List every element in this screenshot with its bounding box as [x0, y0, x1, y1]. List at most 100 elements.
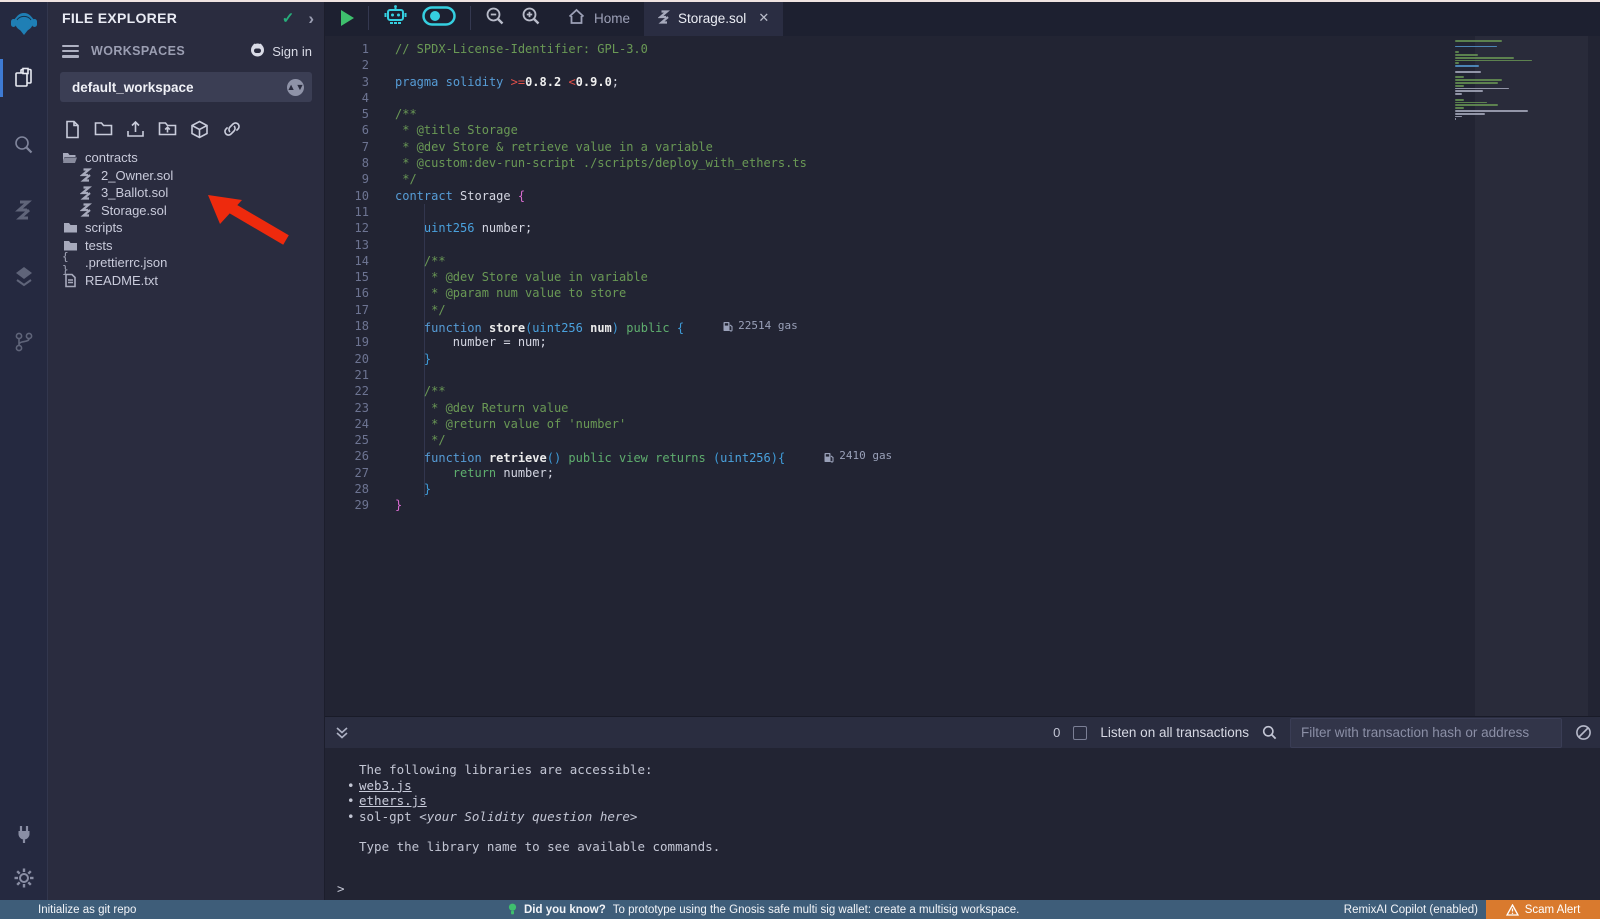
workspaces-menu-icon[interactable] [62, 45, 79, 58]
line-number[interactable]: 1 [325, 41, 369, 57]
code-line-11[interactable]: 11 [325, 204, 1600, 220]
code-line-29[interactable]: 29} [325, 497, 1600, 513]
code-line-5[interactable]: 5/** [325, 106, 1600, 122]
git-init-button[interactable]: Initialize as git repo [0, 904, 136, 916]
zoom-out-button[interactable] [473, 0, 517, 36]
ipfs-box-icon[interactable] [190, 120, 209, 139]
workspace-select[interactable]: default_workspace ▲▼ [60, 72, 312, 102]
code-line-22[interactable]: 22 /** [325, 383, 1600, 399]
line-number[interactable]: 25 [325, 432, 369, 448]
git-icon[interactable] [0, 309, 48, 375]
terminal-search-icon[interactable] [1262, 725, 1277, 740]
sign-in-button[interactable]: Sign in [249, 41, 312, 61]
tree-item-2-owner-sol[interactable]: 2_Owner.sol [48, 167, 324, 185]
line-number[interactable]: 13 [325, 237, 369, 253]
line-number[interactable]: 2 [325, 57, 369, 73]
plugin-manager-icon[interactable] [0, 812, 48, 856]
line-number[interactable]: 26 [325, 448, 369, 464]
line-number[interactable]: 29 [325, 497, 369, 513]
tree-item-tests[interactable]: tests [48, 237, 324, 255]
code-line-17[interactable]: 17 */ [325, 302, 1600, 318]
code-line-24[interactable]: 24 * @return value of 'number' [325, 416, 1600, 432]
tree-item-contracts[interactable]: contracts [48, 149, 324, 167]
settings-icon[interactable] [0, 856, 48, 900]
code-line-14[interactable]: 14 /** [325, 253, 1600, 269]
scam-alert-button[interactable]: Scam Alert [1486, 900, 1600, 919]
remixai-assistant-icon[interactable] [371, 0, 420, 36]
line-number[interactable]: 8 [325, 155, 369, 171]
code-line-20[interactable]: 20 } [325, 351, 1600, 367]
upload-folder-icon[interactable] [158, 120, 177, 139]
line-number[interactable]: 24 [325, 416, 369, 432]
code-line-21[interactable]: 21 [325, 367, 1600, 383]
line-number[interactable]: 18 [325, 318, 369, 334]
line-number[interactable]: 20 [325, 351, 369, 367]
code-line-16[interactable]: 16 * @param num value to store [325, 285, 1600, 301]
file-explorer-icon[interactable] [0, 45, 48, 111]
code-line-10[interactable]: 10contract Storage { [325, 188, 1600, 204]
tab-storage-sol[interactable]: Storage.sol ✕ [644, 0, 783, 36]
line-number[interactable]: 22 [325, 383, 369, 399]
line-number[interactable]: 9 [325, 171, 369, 187]
new-file-icon[interactable] [64, 120, 81, 139]
tab-home[interactable]: Home [553, 0, 644, 36]
upload-file-icon[interactable] [126, 120, 145, 139]
line-number[interactable]: 28 [325, 481, 369, 497]
chevron-right-icon[interactable]: › [308, 10, 314, 27]
line-number[interactable]: 7 [325, 139, 369, 155]
code-line-8[interactable]: 8 * @custom:dev-run-script ./scripts/dep… [325, 155, 1600, 171]
code-line-18[interactable]: 18 function store(uint256 num) public {2… [325, 318, 1600, 334]
line-number[interactable]: 19 [325, 334, 369, 350]
minimap[interactable] [1430, 36, 1600, 716]
copilot-status[interactable]: RemixAI Copilot (enabled) [1344, 904, 1478, 916]
remix-logo-icon[interactable] [4, 5, 44, 45]
code-line-23[interactable]: 23 * @dev Return value [325, 400, 1600, 416]
line-number[interactable]: 3 [325, 74, 369, 90]
tree-item-storage-sol[interactable]: Storage.sol [48, 202, 324, 220]
code-line-13[interactable]: 13 [325, 237, 1600, 253]
line-number[interactable]: 4 [325, 90, 369, 106]
code-line-28[interactable]: 28 } [325, 481, 1600, 497]
code-line-19[interactable]: 19 number = num; [325, 334, 1600, 350]
run-script-button[interactable] [325, 0, 366, 36]
tree-item-scripts[interactable]: scripts [48, 219, 324, 237]
code-line-26[interactable]: 26 function retrieve() public view retur… [325, 448, 1600, 464]
tree-item-3-ballot-sol[interactable]: 3_Ballot.sol [48, 184, 324, 202]
minimap-slider[interactable] [1475, 36, 1588, 716]
code-line-4[interactable]: 4 [325, 90, 1600, 106]
line-number[interactable]: 11 [325, 204, 369, 220]
workspace-sort-icon[interactable]: ▲▼ [287, 79, 304, 96]
library-link-web3-js[interactable]: web3.js [359, 778, 412, 793]
code-line-2[interactable]: 2 [325, 57, 1600, 73]
code-line-3[interactable]: 3pragma solidity >=0.8.2 <0.9.0; [325, 74, 1600, 90]
terminal-prompt[interactable]: > [325, 881, 1600, 896]
listen-all-transactions-checkbox[interactable] [1073, 726, 1087, 740]
code-editor[interactable]: 1// SPDX-License-Identifier: GPL-3.023pr… [325, 36, 1600, 716]
clear-console-icon[interactable] [1575, 724, 1592, 741]
code-line-15[interactable]: 15 * @dev Store value in variable [325, 269, 1600, 285]
line-number[interactable]: 12 [325, 220, 369, 236]
line-number[interactable]: 21 [325, 367, 369, 383]
line-number[interactable]: 14 [325, 253, 369, 269]
tree-item--prettierrc-json[interactable]: { }.prettierrc.json [48, 254, 324, 272]
code-line-6[interactable]: 6 * @title Storage [325, 122, 1600, 138]
code-line-27[interactable]: 27 return number; [325, 465, 1600, 481]
tree-item-readme-txt[interactable]: README.txt [48, 272, 324, 290]
code-line-12[interactable]: 12 uint256 number; [325, 220, 1600, 236]
line-number[interactable]: 16 [325, 285, 369, 301]
new-folder-icon[interactable] [94, 120, 113, 139]
line-number[interactable]: 17 [325, 302, 369, 318]
code-line-7[interactable]: 7 * @dev Store & retrieve value in a var… [325, 139, 1600, 155]
line-number[interactable]: 6 [325, 122, 369, 138]
library-link-ethers-js[interactable]: ethers.js [359, 793, 427, 808]
close-tab-icon[interactable]: ✕ [758, 10, 769, 26]
line-number[interactable]: 10 [325, 188, 369, 204]
expand-terminal-icon[interactable] [335, 725, 349, 741]
deploy-run-icon[interactable] [0, 243, 48, 309]
solidity-compiler-icon[interactable] [0, 177, 48, 243]
zoom-in-button[interactable] [517, 0, 553, 36]
transaction-filter-input[interactable] [1290, 718, 1562, 748]
line-number[interactable]: 23 [325, 400, 369, 416]
code-line-25[interactable]: 25 */ [325, 432, 1600, 448]
line-number[interactable]: 15 [325, 269, 369, 285]
